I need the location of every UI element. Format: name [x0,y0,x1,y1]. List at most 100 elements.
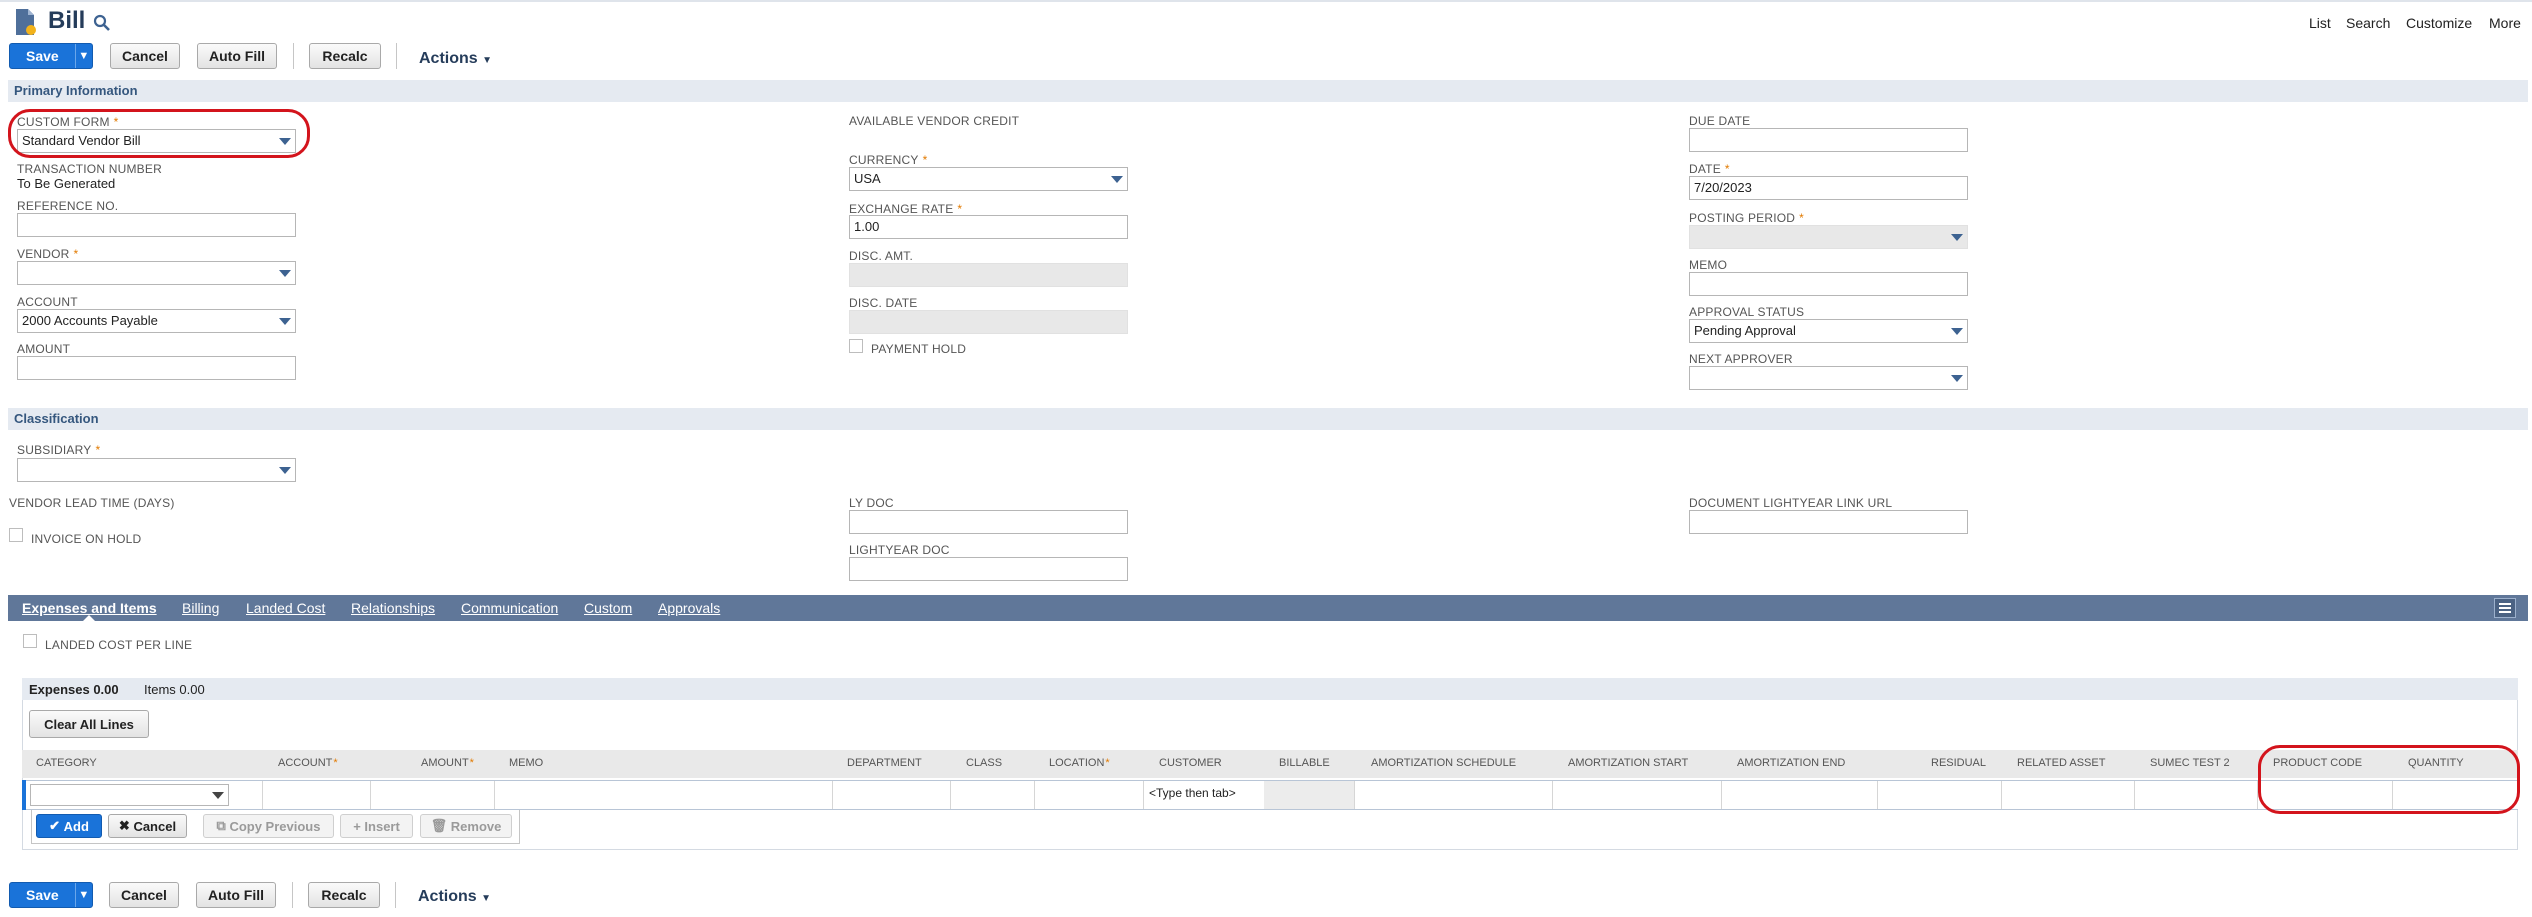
nav-list[interactable]: List [2309,15,2331,31]
recalc-button-bottom[interactable]: Recalc [308,882,380,908]
tab-billing[interactable]: Billing [182,600,219,616]
landed-cost-per-line-checkbox[interactable] [23,634,37,648]
disc-amt-label: DISC. AMT. [849,249,914,263]
subsidiary-label-text: SUBSIDIARY [17,443,92,457]
customer-cell-hint[interactable]: <Type then tab> [1149,786,1236,800]
disc-date-label: DISC. DATE [849,296,918,310]
nav-more[interactable]: More [2489,15,2521,31]
col-customer: CUSTOMER [1159,757,1222,769]
account-select[interactable]: 2000 Accounts Payable [17,309,296,333]
tab-landed-cost[interactable]: Landed Cost [246,600,325,616]
save-dropdown-icon[interactable]: ▼ [74,883,92,907]
tab-relationships[interactable]: Relationships [351,600,435,616]
ly-doc-input[interactable] [849,510,1128,534]
cancel-line-button[interactable]: ✖ Cancel [108,814,187,838]
save-label: Save [26,887,59,903]
clear-all-lines-button[interactable]: Clear All Lines [29,710,149,738]
actions-menu[interactable]: Actions ▼ [419,50,492,68]
amount-input[interactable] [17,356,296,380]
actions-menu-bottom[interactable]: Actions ▼ [418,888,491,906]
tab-custom[interactable]: Custom [584,600,632,616]
date-input[interactable]: 7/20/2023 [1689,176,1968,200]
tab-expenses[interactable]: Expenses 0.00 [29,682,119,697]
category-select[interactable] [30,784,229,806]
actions-label: Actions [419,50,478,67]
next-approver-select[interactable] [1689,366,1968,390]
list-menu-icon[interactable] [2494,598,2516,618]
tab-communication[interactable]: Communication [461,600,558,616]
save-button-bottom[interactable]: Save ▼ [9,882,93,908]
lightyear-doc-input[interactable] [849,557,1128,581]
recalc-button[interactable]: Recalc [309,43,381,69]
active-row-marker [22,780,26,810]
tab-expenses-and-items[interactable]: Expenses and Items [22,600,157,616]
required-marker: * [333,757,338,769]
memo-input[interactable] [1689,272,1968,296]
reference-no-input[interactable] [17,213,296,237]
invoice-on-hold-checkbox[interactable] [9,528,23,542]
chevron-down-icon: ▼ [482,55,493,66]
trash-icon: 🗑 [430,818,448,833]
approval-status-label: APPROVAL STATUS [1689,305,1805,319]
vendor-select[interactable] [17,261,296,285]
cell-divider [494,781,495,809]
invoice-on-hold-label: INVOICE ON HOLD [31,532,142,546]
toolbar-divider [293,43,294,69]
currency-label: CURRENCY * [849,153,927,167]
section-primary-information[interactable]: Primary Information [8,80,2528,102]
highlight-oval-product-code-quantity [2258,745,2520,814]
required-marker: * [1724,162,1730,176]
doc-link-url-label: DOCUMENT LIGHTYEAR LINK URL [1689,496,1893,510]
cancel-button-bottom[interactable]: Cancel [109,882,179,908]
due-date-input[interactable] [1689,128,1968,152]
search-icon[interactable] [93,14,111,32]
disc-date-field [849,310,1128,334]
cancel-button[interactable]: Cancel [110,43,180,69]
cell-divider [1034,781,1035,809]
col-location-text: LOCATION [1049,757,1105,769]
cell-divider [2001,781,2002,809]
add-line-button[interactable]: ✔ Add [36,814,102,838]
exchange-rate-label-text: EXCHANGE RATE [849,202,954,216]
save-dropdown-icon[interactable]: ▼ [74,44,92,68]
subsidiary-select[interactable] [17,458,296,482]
cell-divider [1354,781,1355,809]
chevron-down-icon: ▼ [481,893,492,904]
cell-divider [1877,781,1878,809]
insert-line-label: Insert [364,818,400,834]
page-title: Bill [48,7,86,34]
col-account: ACCOUNT* [278,757,338,769]
dropdown-arrow-icon [1111,176,1123,183]
transaction-number-label: TRANSACTION NUMBER [17,162,162,176]
col-billable: BILLABLE [1279,757,1330,769]
required-marker: * [469,757,474,769]
doc-link-url-input[interactable] [1689,510,1968,534]
col-account-text: ACCOUNT [278,757,333,769]
currency-value: USA [854,171,881,186]
tab-items[interactable]: Items 0.00 [144,682,205,697]
tab-approvals[interactable]: Approvals [658,600,720,616]
cell-divider [370,781,371,809]
nav-customize[interactable]: Customize [2406,15,2472,31]
payment-hold-checkbox[interactable] [849,339,863,353]
dropdown-arrow-icon [279,318,291,325]
date-label: DATE * [1689,162,1730,176]
exchange-rate-input[interactable]: 1.00 [849,215,1128,239]
approval-status-select[interactable]: Pending Approval [1689,319,1968,343]
column-header-row [22,750,2518,778]
posting-period-select[interactable] [1689,225,1968,249]
autofill-button-bottom[interactable]: Auto Fill [196,882,276,908]
transaction-number-value: To Be Generated [17,176,116,191]
cell-divider [1552,781,1553,809]
cell-divider [262,781,263,809]
save-button[interactable]: Save ▼ [9,43,93,69]
required-marker: * [95,443,101,457]
remove-line-button: 🗑 Remove [420,814,512,838]
autofill-button[interactable]: Auto Fill [197,43,277,69]
dropdown-arrow-icon [1951,328,1963,335]
currency-select[interactable]: USA [849,167,1128,191]
section-classification[interactable]: Classification [8,408,2528,430]
nav-search[interactable]: Search [2346,15,2390,31]
required-marker: * [73,247,79,261]
required-marker: * [922,153,928,167]
